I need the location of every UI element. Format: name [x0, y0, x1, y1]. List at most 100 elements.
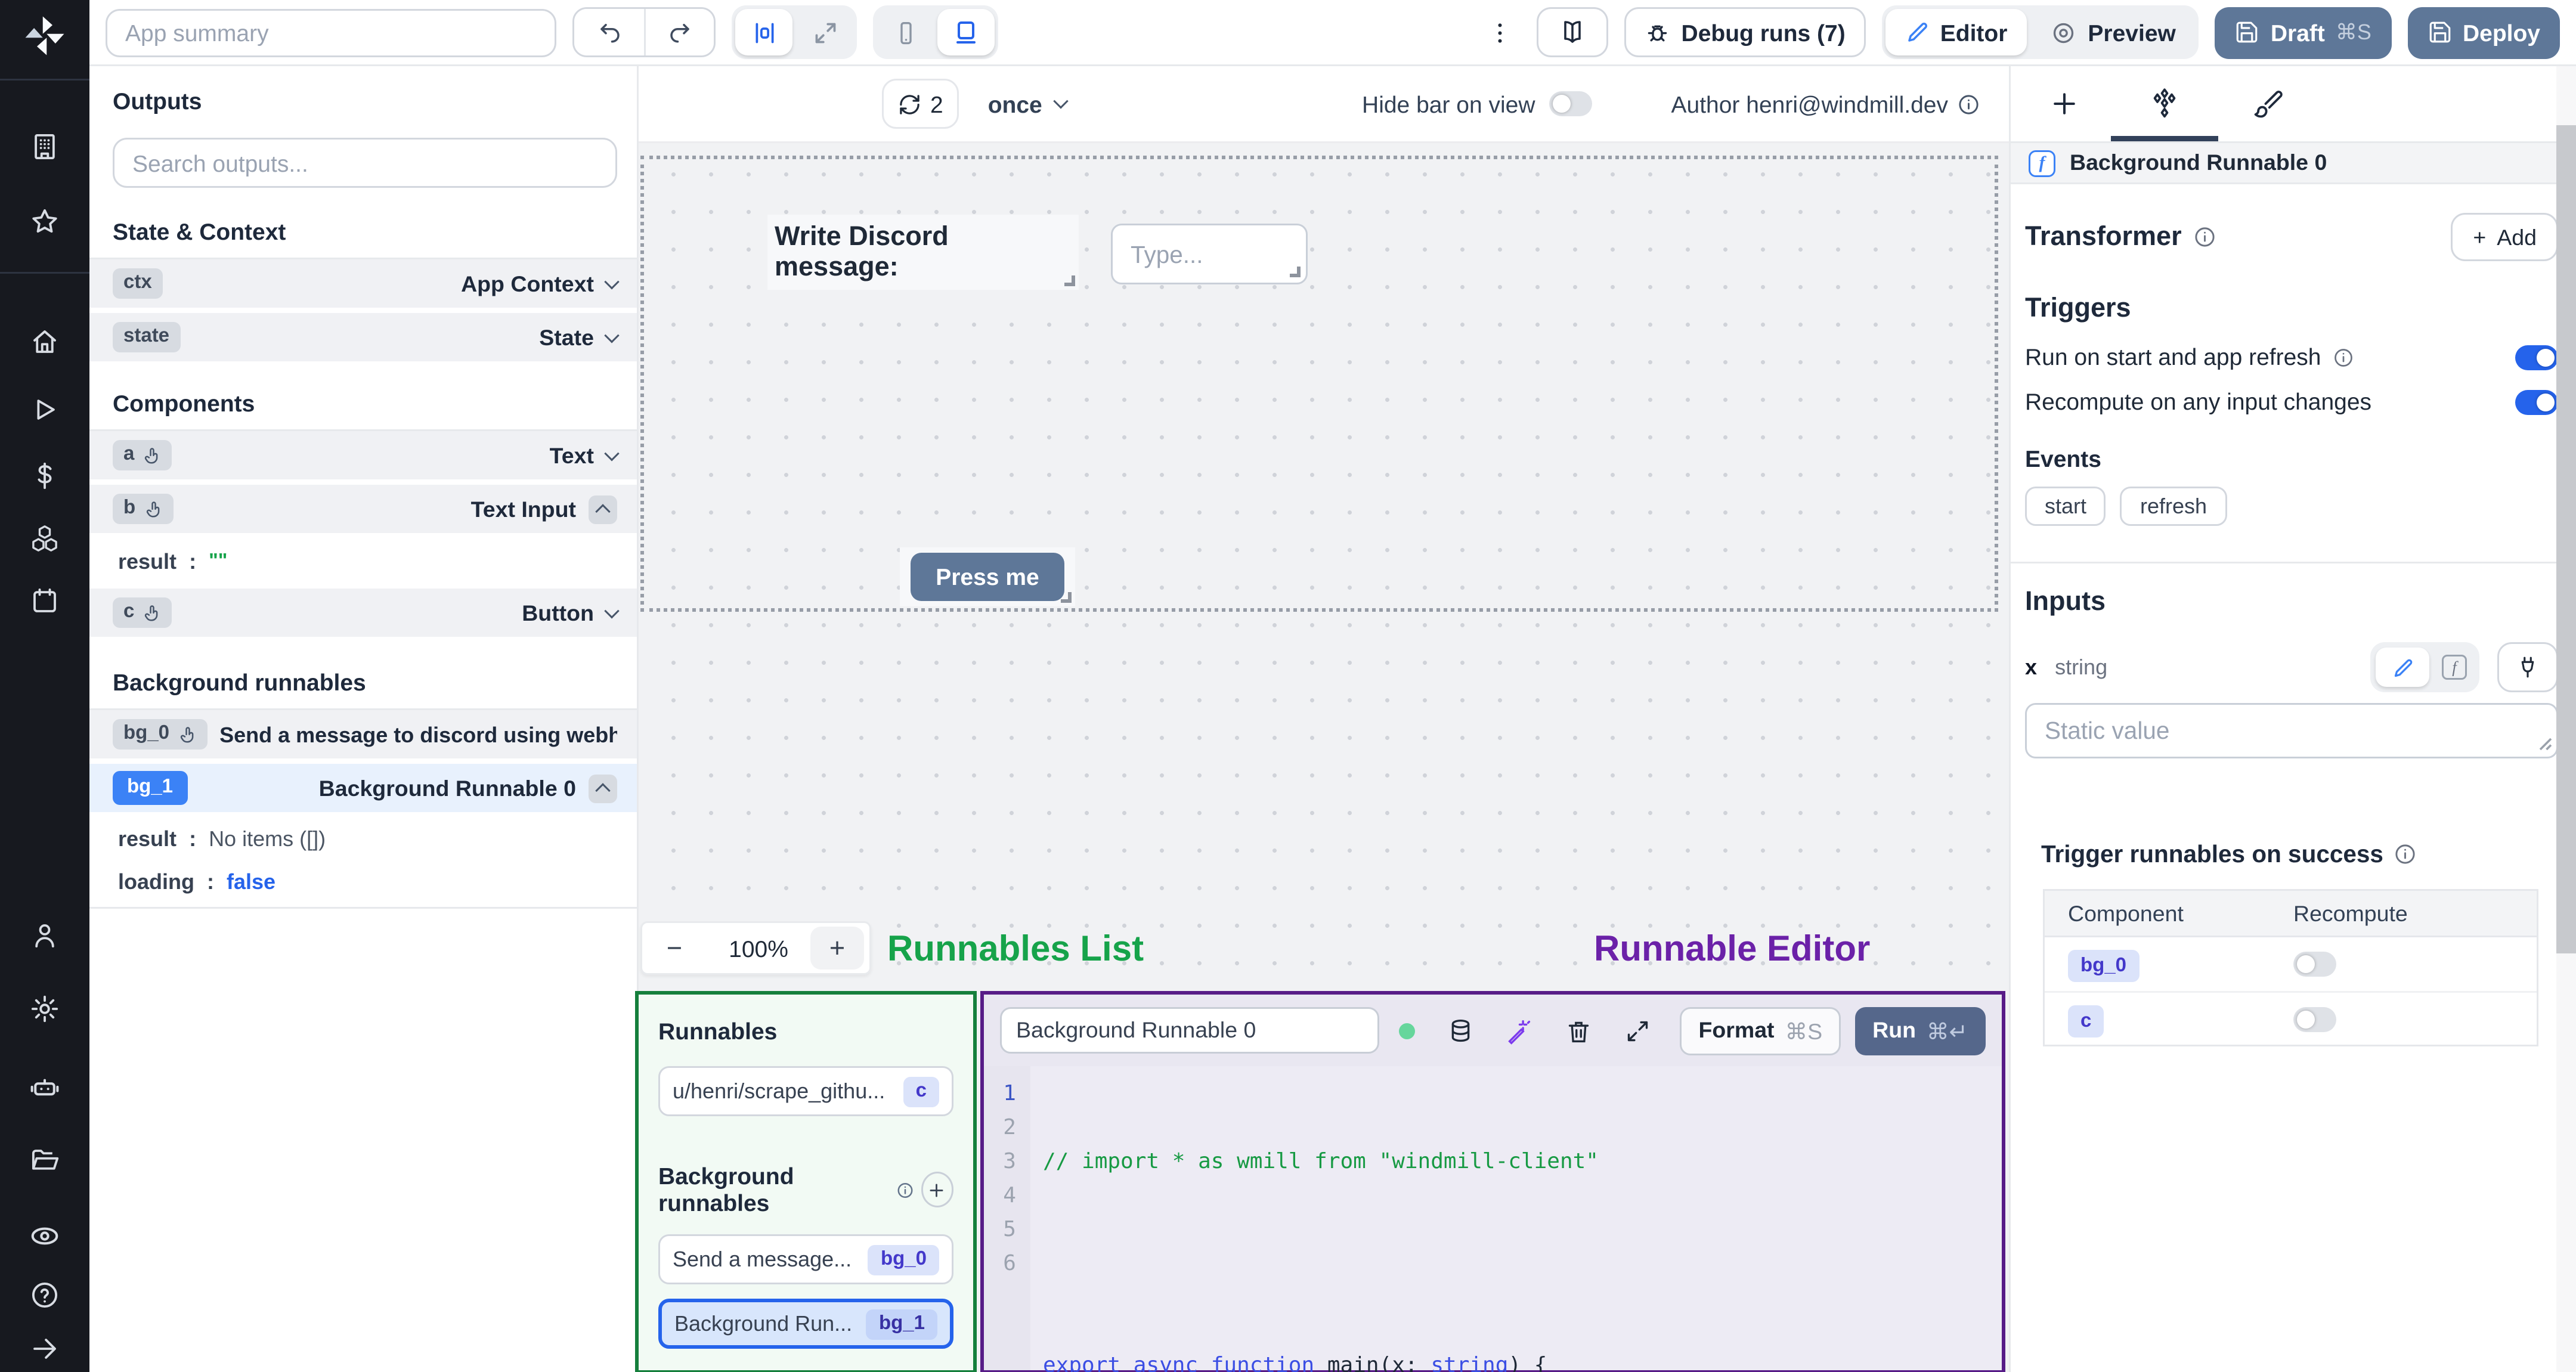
add-transformer-button[interactable]: + Add — [2451, 213, 2558, 261]
runnable-editor-annotation: Runnable Editor — [1594, 930, 1871, 970]
b-type-label: Text Input — [470, 496, 576, 522]
tab-add-component[interactable] — [2048, 88, 2080, 120]
chevron-up-icon[interactable] — [589, 773, 617, 803]
trigger-success-title: Trigger runnables on success — [2041, 841, 2383, 868]
docs-book-button[interactable] — [1536, 7, 1608, 57]
run-button[interactable]: Run ⌘↵ — [1854, 1006, 1986, 1055]
info-icon — [2396, 844, 2416, 864]
help-icon[interactable] — [30, 1280, 60, 1311]
fullscreen-button[interactable] — [796, 9, 853, 55]
col-component: Component — [2068, 900, 2184, 926]
selected-runnable-header[interactable]: f Background Runnable 0 — [2011, 143, 2576, 184]
expand-editor-icon[interactable] — [1624, 1017, 1651, 1044]
chevron-down-icon[interactable] — [604, 327, 620, 342]
code-editor[interactable]: 1 2 3 4 5 6 // import * as wmill from "w… — [984, 1066, 2002, 1372]
tab-component-settings[interactable] — [2147, 86, 2182, 122]
input-type: string — [2055, 655, 2108, 680]
settings-gear-icon[interactable] — [30, 994, 60, 1024]
runs-play-icon[interactable] — [30, 395, 60, 425]
redo-button[interactable] — [644, 9, 714, 55]
cache-database-icon[interactable] — [1447, 1017, 1474, 1044]
bg1-result-row[interactable]: result : No items ([]) — [89, 817, 637, 860]
tab-editor[interactable]: Editor — [1884, 9, 2027, 55]
refresh-count-button[interactable]: 2 — [882, 79, 959, 129]
textinput-component[interactable] — [1111, 224, 1308, 284]
bg1-row[interactable]: bg_1 Background Runnable 0 — [89, 764, 637, 812]
tab-preview[interactable]: Preview — [2030, 9, 2195, 55]
bg1-loading-row[interactable]: loading : false — [89, 860, 637, 903]
code-content[interactable]: // import * as wmill from "windmill-clie… — [1030, 1066, 1599, 1372]
runnable-item-scrape-github[interactable]: u/henri/scrape_githu... c — [658, 1066, 953, 1116]
discord-message-input[interactable] — [1111, 224, 1308, 284]
favorites-star-icon[interactable] — [30, 207, 60, 237]
scrollbar-thumb[interactable] — [2556, 125, 2576, 953]
event-refresh-pill[interactable]: refresh — [2120, 487, 2227, 526]
desktop-view-button[interactable] — [937, 9, 995, 55]
output-row-state[interactable]: state State — [89, 313, 637, 361]
hide-bar-toggle[interactable] — [1549, 91, 1593, 116]
resize-handle[interactable] — [1064, 275, 1075, 286]
schedules-calendar-icon[interactable] — [30, 586, 60, 617]
run-on-start-toggle[interactable] — [2515, 344, 2558, 370]
delete-trash-icon[interactable] — [1565, 1017, 1592, 1044]
kebab-menu-icon[interactable] — [1481, 19, 1521, 46]
frequency-dropdown[interactable]: once — [988, 91, 1068, 117]
chevron-up-icon[interactable] — [589, 494, 617, 524]
draft-button[interactable]: Draft ⌘S — [2215, 6, 2391, 58]
search-outputs-input[interactable] — [113, 138, 617, 188]
component-row-b[interactable]: b Text Input — [89, 485, 637, 533]
deploy-button[interactable]: Deploy — [2407, 6, 2560, 58]
zoom-out-button[interactable]: − — [642, 933, 707, 964]
runnable-item-bg1-selected[interactable]: Background Run... bg_1 — [658, 1299, 953, 1349]
folders-icon[interactable] — [30, 1146, 60, 1176]
scrollbar-track[interactable] — [2556, 66, 2576, 1372]
chevron-down-icon[interactable] — [604, 602, 620, 618]
app-summary-input[interactable] — [106, 8, 556, 57]
chevron-down-icon — [1052, 94, 1068, 109]
bg0-chip: bg_0 — [2068, 950, 2140, 982]
static-mode-pencil-icon[interactable] — [2376, 648, 2429, 687]
ai-wand-icon[interactable] — [1506, 1017, 1533, 1044]
chevron-down-icon[interactable] — [604, 445, 620, 460]
audit-eye-icon[interactable] — [29, 1220, 61, 1252]
recompute-toggle[interactable] — [2515, 389, 2558, 414]
workspace-building-icon[interactable] — [30, 132, 60, 162]
variables-dollar-icon[interactable] — [30, 461, 60, 491]
text-component[interactable]: Write Discord message: — [767, 215, 1079, 290]
resize-handle[interactable] — [1290, 267, 1301, 277]
format-button[interactable]: Format ⌘S — [1680, 1006, 1841, 1055]
b-result-row[interactable]: result : "" — [89, 538, 637, 585]
align-center-button[interactable] — [735, 9, 792, 55]
bg0-recompute-toggle[interactable] — [2293, 952, 2336, 977]
component-row-c[interactable]: c Button — [89, 589, 637, 637]
windmill-logo-icon[interactable] — [21, 13, 68, 59]
bg0-row[interactable]: bg_0 Send a message to discord using web… — [89, 710, 637, 758]
press-me-button[interactable]: Press me — [911, 553, 1064, 601]
outputs-title: Outputs — [113, 88, 202, 114]
static-value-input[interactable] — [2025, 703, 2558, 758]
undo-button[interactable] — [574, 9, 644, 55]
active-tab-indicator — [2111, 136, 2218, 141]
output-row-ctx[interactable]: ctx App Context — [89, 259, 637, 308]
debug-runs-button[interactable]: Debug runs (7) — [1624, 7, 1865, 57]
add-background-runnable-button[interactable] — [920, 1172, 954, 1207]
tab-styling-brush[interactable] — [2252, 88, 2284, 120]
mobile-view-button[interactable] — [877, 9, 934, 55]
component-row-a[interactable]: a Text — [89, 431, 637, 479]
workers-robot-icon[interactable] — [29, 1071, 61, 1104]
connect-plug-button[interactable] — [2497, 642, 2558, 692]
chevron-down-icon[interactable] — [604, 273, 620, 289]
runnable-name-input[interactable] — [1000, 1007, 1379, 1054]
textarea-resize-icon[interactable] — [2538, 737, 2553, 751]
home-icon[interactable] — [30, 327, 60, 357]
collapse-arrow-icon[interactable] — [30, 1334, 60, 1364]
resources-cubes-icon[interactable] — [30, 524, 60, 554]
b-badge: b — [113, 494, 174, 524]
event-start-pill[interactable]: start — [2025, 487, 2107, 526]
runnable-item-bg0[interactable]: Send a message... bg_0 — [658, 1234, 953, 1284]
user-icon[interactable] — [30, 921, 60, 951]
resize-handle[interactable] — [1061, 592, 1072, 603]
zoom-in-button[interactable]: + — [810, 927, 864, 970]
expression-mode-icon[interactable]: f — [2442, 655, 2467, 680]
c-recompute-toggle[interactable] — [2293, 1006, 2336, 1032]
